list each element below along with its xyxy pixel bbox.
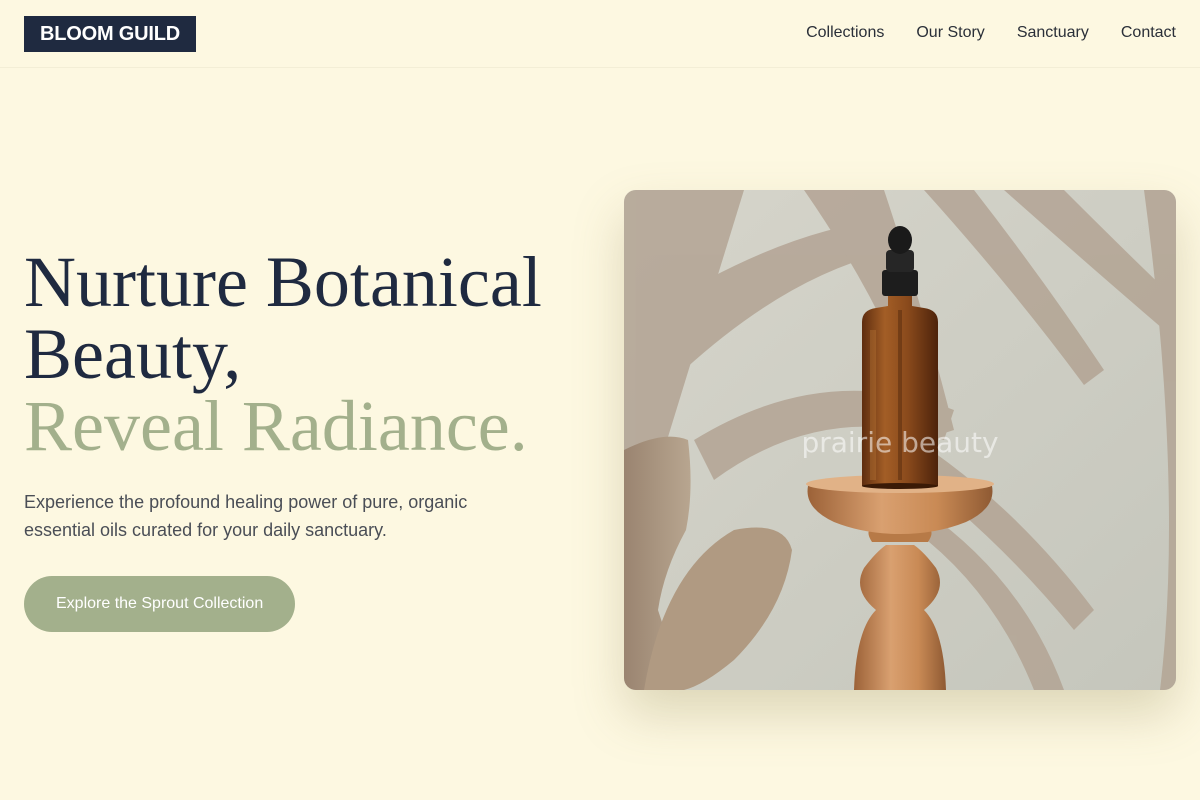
image-watermark: prairie beauty: [801, 426, 999, 459]
headline-line-1: Nurture Botanical: [24, 242, 542, 322]
hero-text: Nurture Botanical Beauty, Reveal Radianc…: [24, 246, 584, 632]
headline-line-2: Beauty,: [24, 314, 242, 394]
brand-logo[interactable]: BLOOM GUILD: [24, 16, 197, 52]
site-header: BLOOM GUILD Collections Our Story Sanctu…: [0, 0, 1200, 68]
nav-link-collections[interactable]: Collections: [806, 22, 884, 44]
hero-headline: Nurture Botanical Beauty, Reveal Radianc…: [24, 246, 584, 462]
nav-link-contact[interactable]: Contact: [1121, 22, 1176, 44]
hero-product-image: prairie beauty: [624, 190, 1176, 690]
main-nav: Collections Our Story Sanctuary Contact: [806, 22, 1176, 44]
nav-link-sanctuary[interactable]: Sanctuary: [1017, 22, 1089, 44]
hero-subtitle: Experience the profound healing power of…: [24, 492, 468, 540]
explore-collection-button[interactable]: Explore the Sprout Collection: [24, 576, 296, 632]
nav-link-our-story[interactable]: Our Story: [916, 22, 984, 44]
headline-accent: Reveal Radiance.: [24, 386, 528, 466]
